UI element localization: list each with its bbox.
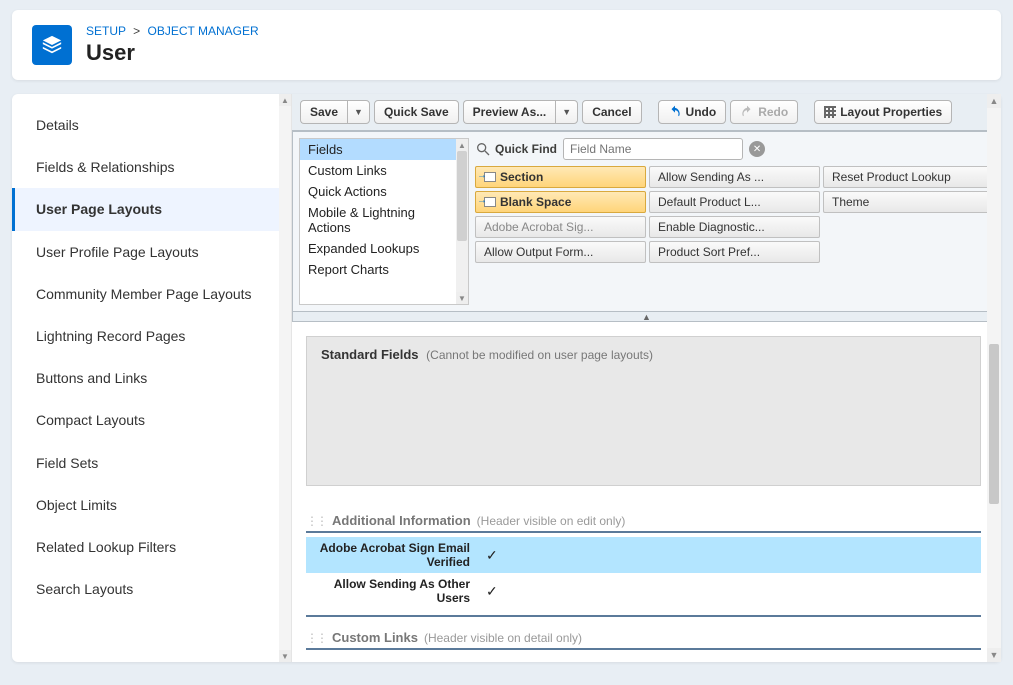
scroll-thumb[interactable] (989, 344, 999, 504)
quick-save-button[interactable]: Quick Save (374, 100, 459, 124)
category-expanded-lookups[interactable]: Expanded Lookups (300, 238, 468, 259)
scroll-up-icon[interactable]: ▲ (456, 139, 468, 151)
field-row-adobe-acrobat[interactable]: Adobe Acrobat Sign Email Verified ✓ (306, 537, 981, 573)
quick-find-label: Quick Find (495, 142, 557, 156)
breadcrumb: SETUP > OBJECT MANAGER (86, 24, 259, 38)
sidebar-item-details[interactable]: Details (12, 104, 291, 146)
category-mobile-lightning-actions[interactable]: Mobile & Lightning Actions (300, 202, 468, 238)
sidebar-item-user-page-layouts[interactable]: User Page Layouts (12, 188, 291, 230)
content-scrollbar[interactable]: ▲ ▼ (987, 94, 1001, 662)
drag-handle-icon[interactable]: ⋮⋮ (306, 631, 326, 645)
undo-icon (668, 105, 682, 119)
category-scrollbar[interactable]: ▲ ▼ (456, 139, 468, 304)
sidebar-item-field-sets[interactable]: Field Sets (12, 442, 291, 484)
redo-icon (740, 105, 754, 119)
sidebar-item-related-lookup-filters[interactable]: Related Lookup Filters (12, 526, 291, 568)
tile-blank-space[interactable]: Blank Space (475, 191, 646, 213)
sidebar-item-community-member-page-layouts[interactable]: Community Member Page Layouts (12, 273, 291, 315)
layout-toolbar: Save ▼ Quick Save Preview As... ▼ Cancel… (292, 94, 1001, 132)
insert-blank-icon (484, 197, 496, 207)
sidebar-item-buttons-and-links[interactable]: Buttons and Links (12, 357, 291, 399)
undo-button[interactable]: Undo (658, 100, 727, 124)
palette-category-list: Fields Custom Links Quick Actions Mobile… (299, 138, 469, 305)
scroll-down-icon[interactable]: ▼ (456, 292, 468, 304)
sidebar-scrollbar[interactable]: ▲ ▼ (279, 94, 291, 662)
category-fields[interactable]: Fields (300, 139, 468, 160)
page-title: User (86, 40, 259, 66)
layers-icon (41, 34, 63, 56)
quick-find-clear[interactable]: ✕ (749, 141, 765, 157)
custom-links-note: (Header visible on detail only) (424, 631, 582, 645)
cancel-button[interactable]: Cancel (582, 100, 641, 124)
save-dropdown[interactable]: ▼ (347, 100, 370, 124)
custom-links-header[interactable]: ⋮⋮ Custom Links (Header visible on detai… (306, 627, 981, 650)
sidebar: Details Fields & Relationships User Page… (12, 94, 292, 662)
main-area: Details Fields & Relationships User Page… (12, 94, 1001, 662)
breadcrumb-setup[interactable]: SETUP (86, 24, 126, 38)
layout-properties-button[interactable]: Layout Properties (814, 100, 952, 124)
category-quick-actions[interactable]: Quick Actions (300, 181, 468, 202)
additional-info-header[interactable]: ⋮⋮ Additional Information (Header visibl… (306, 510, 981, 533)
tile-product-sort-pref[interactable]: Product Sort Pref... (649, 241, 820, 263)
field-row-allow-sending[interactable]: Allow Sending As Other Users ✓ (306, 573, 981, 609)
sidebar-item-search-layouts[interactable]: Search Layouts (12, 568, 291, 610)
tile-allow-sending-as[interactable]: Allow Sending As ... (649, 166, 820, 188)
custom-links-title: Custom Links (332, 630, 418, 645)
redo-button: Redo (730, 100, 798, 124)
insert-section-icon (484, 172, 496, 182)
scroll-down-icon[interactable]: ▼ (987, 648, 1001, 662)
save-button[interactable]: Save (300, 100, 347, 124)
layout-canvas: Standard Fields (Cannot be modified on u… (292, 322, 1001, 650)
palette-collapse-handle[interactable]: ▲ (292, 312, 1001, 322)
sidebar-item-user-profile-page-layouts[interactable]: User Profile Page Layouts (12, 231, 291, 273)
tile-section[interactable]: Section (475, 166, 646, 188)
tile-enable-diagnostic[interactable]: Enable Diagnostic... (649, 216, 820, 238)
additional-info-title: Additional Information (332, 513, 471, 528)
breadcrumb-object-manager[interactable]: OBJECT MANAGER (148, 24, 259, 38)
field-palette: Fields Custom Links Quick Actions Mobile… (292, 132, 1001, 312)
field-label: Adobe Acrobat Sign Email Verified (306, 541, 476, 569)
standard-fields-note: (Cannot be modified on user page layouts… (426, 348, 653, 362)
tile-default-product-l[interactable]: Default Product L... (649, 191, 820, 213)
object-icon (32, 25, 72, 65)
chevron-down-icon: ▼ (562, 107, 571, 117)
checkbox-checked-icon: ✓ (486, 583, 498, 600)
sidebar-item-lightning-record-pages[interactable]: Lightning Record Pages (12, 315, 291, 357)
standard-fields-title: Standard Fields (321, 347, 419, 362)
chevron-down-icon: ▼ (354, 107, 363, 117)
scroll-up-icon[interactable]: ▲ (987, 94, 1001, 108)
field-tile-grid: Section Allow Sending As ... Reset Produ… (475, 166, 994, 263)
scroll-thumb[interactable] (457, 151, 467, 241)
quick-find-input[interactable] (563, 138, 743, 160)
checkbox-checked-icon: ✓ (486, 547, 498, 564)
drag-handle-icon[interactable]: ⋮⋮ (306, 514, 326, 528)
page-header: SETUP > OBJECT MANAGER User (12, 10, 1001, 80)
preview-as-dropdown[interactable]: ▼ (555, 100, 578, 124)
tile-theme[interactable]: Theme (823, 191, 994, 213)
tile-adobe-acrobat-sig[interactable]: Adobe Acrobat Sig... (475, 216, 646, 238)
search-icon (475, 141, 491, 157)
category-report-charts[interactable]: Report Charts (300, 259, 468, 280)
field-label: Allow Sending As Other Users (306, 577, 476, 605)
content-area: Save ▼ Quick Save Preview As... ▼ Cancel… (292, 94, 1001, 662)
sidebar-item-object-limits[interactable]: Object Limits (12, 484, 291, 526)
tile-allow-output-form[interactable]: Allow Output Form... (475, 241, 646, 263)
quick-find-bar: Quick Find ✕ (475, 138, 994, 160)
category-custom-links[interactable]: Custom Links (300, 160, 468, 181)
grid-icon (824, 106, 836, 118)
scroll-up-icon[interactable]: ▲ (279, 94, 291, 106)
scroll-down-icon[interactable]: ▼ (279, 650, 291, 662)
tile-reset-product-lookup[interactable]: Reset Product Lookup (823, 166, 994, 188)
standard-fields-section: Standard Fields (Cannot be modified on u… (306, 336, 981, 486)
additional-info-fields: Adobe Acrobat Sign Email Verified ✓ Allo… (306, 537, 981, 617)
additional-info-note: (Header visible on edit only) (477, 514, 626, 528)
sidebar-item-fields-relationships[interactable]: Fields & Relationships (12, 146, 291, 188)
sidebar-item-compact-layouts[interactable]: Compact Layouts (12, 399, 291, 441)
preview-as-button[interactable]: Preview As... (463, 100, 556, 124)
